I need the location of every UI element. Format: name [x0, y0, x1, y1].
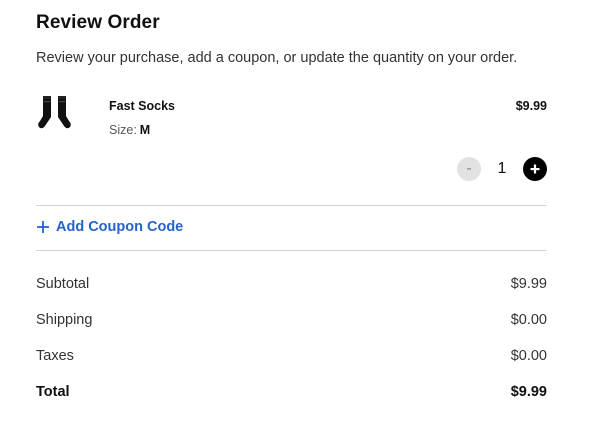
shipping-row: Shipping $0.00 [36, 312, 547, 328]
total-label: Total [36, 384, 70, 400]
taxes-value: $0.00 [510, 348, 547, 364]
add-coupon-link[interactable]: Add Coupon Code [37, 219, 183, 235]
shipping-label: Shipping [36, 312, 93, 328]
divider [36, 205, 547, 206]
shipping-value: $0.00 [510, 312, 547, 328]
quantity-decrease-button[interactable]: - [457, 157, 481, 181]
page-title: Review Order [36, 12, 160, 33]
size-label: Size: [109, 123, 137, 137]
plus-icon [37, 221, 49, 233]
product-name: Fast Socks [109, 99, 176, 113]
product-size: Size: M [109, 123, 150, 137]
product-thumbnail [36, 94, 76, 134]
quantity-increase-button[interactable] [523, 157, 547, 181]
add-coupon-label: Add Coupon Code [56, 219, 184, 235]
total-value: $9.99 [510, 384, 547, 400]
subtotal-value: $9.99 [510, 276, 547, 292]
size-value: M [139, 123, 151, 137]
subtotal-row: Subtotal $9.99 [36, 276, 547, 292]
page-subtitle: Review your purchase, add a coupon, or u… [36, 50, 518, 66]
product-price: $9.99 [515, 99, 547, 113]
quantity-value: 1 [497, 160, 507, 177]
plus-icon [530, 164, 540, 174]
socks-icon [38, 96, 71, 129]
taxes-label: Taxes [36, 348, 74, 364]
divider [36, 250, 547, 251]
total-row: Total $9.99 [36, 384, 547, 400]
taxes-row: Taxes $0.00 [36, 348, 547, 364]
subtotal-label: Subtotal [36, 276, 90, 292]
